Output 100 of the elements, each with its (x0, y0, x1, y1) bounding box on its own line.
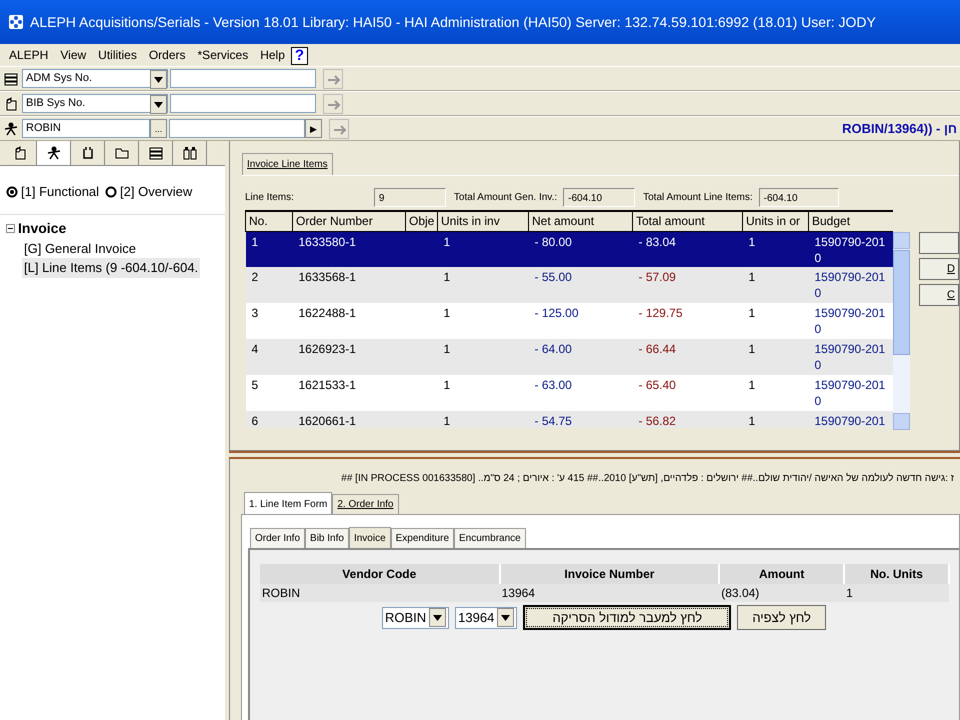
table-cell: 1590790-2010 (814, 270, 886, 300)
table-cell: - 55.00 (534, 270, 572, 284)
table-cell: 1590790-2010 (814, 378, 886, 408)
side-button[interactable]: C (919, 284, 959, 306)
panel-tab[interactable] (37, 141, 71, 165)
search-field[interactable] (169, 119, 305, 138)
column-header[interactable]: No. (246, 211, 292, 231)
side-button[interactable]: D (919, 258, 959, 280)
table-row[interactable]: 1 1633580-1 1 - 80.00 - 83.04 1 1590790-2010 (246, 231, 894, 267)
table-cell: 1633568-1 (298, 270, 356, 284)
table-cell: 3 (252, 306, 258, 320)
binoculars-icon (182, 145, 198, 161)
search-type-dropdown[interactable]: BIB Sys No. (22, 94, 168, 113)
select-field[interactable]: ROBIN (382, 606, 450, 628)
browse-field[interactable]: ROBIN (22, 119, 150, 138)
tree-node[interactable]: [L] Line Items (9 -604.10/-604. (22, 258, 200, 278)
form-tab[interactable]: 2. Order Info (332, 494, 398, 514)
table-row[interactable]: 3 1622488-1 1 - 125.00 - 129.75 1 1590790-2010 (246, 303, 894, 339)
menu-item[interactable]: *Services (192, 44, 254, 66)
table-cell: 1 (846, 586, 853, 600)
action-button[interactable]: לחץ לצפיה (737, 605, 826, 630)
table-cell: 1 (444, 234, 450, 248)
tree-node[interactable]: Invoice (18, 218, 66, 238)
table-cell: - 57.09 (638, 270, 676, 284)
app-logo-icon (8, 14, 24, 30)
radio-button[interactable] (105, 186, 118, 198)
table-cell: 1 (748, 378, 756, 392)
column-header[interactable]: Obje (406, 211, 438, 231)
table-cell: - 56.82 (638, 414, 676, 428)
column-header[interactable]: Order Number (292, 211, 406, 231)
column-header[interactable]: Total amount (632, 211, 742, 231)
column-header[interactable]: Units in or (742, 211, 808, 231)
field-label: Line Items: (245, 191, 294, 205)
table-cell: 1 (748, 234, 756, 248)
panel-tab[interactable]: Invoice Line Items (242, 153, 333, 175)
person-icon (46, 145, 62, 161)
record-header: ROBIN/13964)) - חן (842, 120, 958, 138)
table-cell: 1 (444, 270, 450, 284)
table-cell: 1590790-2010 (814, 234, 886, 264)
window-title: ALEPH Acquisitions/Serials - Version 18.01 Library: HAI50 - HAI Administration (HAI50) Server: 132.74.59.101:6992 (18.01) User: JODY (30, 12, 876, 32)
action-button[interactable]: לחץ למעבר למודול הסריקה (523, 605, 732, 630)
radio-label[interactable]: [1] Functional (21, 182, 100, 202)
table-cell: - 64.00 (534, 342, 572, 356)
field-label: Total Amount Line Items: (643, 191, 753, 205)
sub-tab[interactable]: Expenditure (390, 528, 454, 548)
table-cell: 1 (748, 270, 756, 284)
table-cell: - 65.40 (638, 378, 676, 392)
sub-tab[interactable]: Invoice (348, 527, 391, 548)
readonly-field: 9 (374, 188, 446, 207)
sub-tab[interactable]: Bib Info (305, 528, 349, 548)
stack-icon (148, 145, 164, 161)
table-cell: 6 (252, 414, 258, 428)
table-cell: 1 (748, 306, 756, 320)
search-field[interactable] (170, 69, 316, 88)
sub-tab[interactable]: Encumbrance (454, 528, 526, 548)
play-button[interactable]: ▶ (305, 119, 322, 138)
table-row[interactable]: 2 1633568-1 1 - 55.00 - 57.09 1 1590790-2010 (246, 267, 894, 303)
dropdown-arrow-icon (501, 614, 510, 621)
search-field[interactable] (170, 94, 316, 113)
search-type-dropdown[interactable]: ADM Sys No. (22, 69, 168, 88)
table-cell: - 125.00 (534, 306, 579, 320)
table-cell: - 63.00 (534, 378, 572, 392)
readonly-field: -604.10 (563, 188, 636, 207)
table-cell: - 66.44 (638, 342, 676, 356)
splitter-bar[interactable] (229, 451, 960, 459)
tree-node[interactable]: [G] General Invoice (22, 238, 138, 258)
table-cell: 1 (444, 342, 450, 356)
column-header: No. Units (844, 564, 949, 584)
form-tab[interactable]: 1. Line Item Form (244, 492, 332, 514)
help-button[interactable]: ? (290, 47, 308, 65)
table-row[interactable]: 5 1621533-1 1 - 63.00 - 65.40 1 1590790-2010 (246, 375, 894, 411)
menu-item[interactable]: Utilities (92, 44, 143, 66)
menu-item[interactable]: ALEPH (3, 44, 54, 66)
radio-label[interactable]: [2] Overview (120, 182, 192, 202)
person-icon (3, 120, 19, 136)
table-cell: 1590790-2010 (814, 306, 886, 336)
table-cell: 1 (252, 234, 258, 248)
scrollbar[interactable] (893, 232, 910, 430)
table-cell: (83.04) (721, 586, 760, 600)
table-cell: 1621533-1 (298, 378, 356, 392)
menu-item[interactable]: Orders (142, 44, 192, 66)
collapse-icon[interactable] (6, 224, 15, 232)
side-button[interactable] (919, 232, 959, 254)
table-cell: - 54.75 (534, 414, 572, 428)
table-cell: 1622488-1 (298, 306, 356, 320)
table-cell: 13964 (502, 586, 535, 600)
table-row[interactable]: 6 1620661-1 1 - 54.75 - 56.82 1 1590790-201 (246, 411, 894, 428)
column-header[interactable]: Net amount (528, 211, 632, 231)
menu-item[interactable]: Help (254, 44, 291, 66)
sub-tab[interactable]: Order Info (250, 528, 306, 548)
table-row[interactable]: 4 1626923-1 1 - 64.00 - 66.44 1 1590790-2010 (246, 339, 894, 375)
table-cell: 1620661-1 (298, 414, 356, 428)
menu-item[interactable]: View (54, 44, 92, 66)
table-cell: 1633580-1 (298, 234, 356, 248)
browse-button[interactable]: ... (150, 119, 167, 138)
select-field[interactable]: 13964 (455, 606, 518, 628)
column-header[interactable]: Units in inv (438, 211, 528, 231)
stack-icon (3, 70, 19, 86)
radio-button[interactable] (6, 186, 18, 198)
column-header[interactable]: Budget (808, 211, 894, 231)
